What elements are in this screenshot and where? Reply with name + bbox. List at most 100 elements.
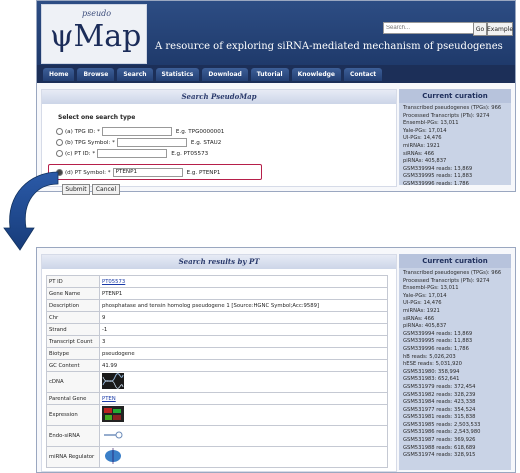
cancel-button[interactable]: Cancel bbox=[92, 184, 120, 195]
result-key: cDNA bbox=[46, 371, 100, 393]
result-link[interactable]: PT05573 bbox=[99, 275, 388, 288]
curation-line: GSM339996 reads: 1,786 bbox=[403, 345, 469, 352]
result-row: GC Content 41.99 bbox=[46, 359, 388, 372]
logo-superscript: pseudo bbox=[82, 9, 112, 18]
curation-line: GSM531979 reads: 372,454 bbox=[403, 383, 476, 390]
curation-line: GSM531986 reads: 2,543,980 bbox=[403, 429, 481, 436]
pt-id-input[interactable] bbox=[97, 149, 168, 158]
result-value-text: -1 bbox=[102, 326, 108, 333]
curation-line: Transcribed pseudogenes (TPGs): 966 bbox=[403, 105, 502, 111]
result-value: pseudogene bbox=[99, 347, 388, 360]
example-button[interactable]: Example bbox=[487, 22, 513, 36]
curation-line: Processed Transcripts (PTs): 9274 bbox=[403, 112, 490, 119]
cdna-image[interactable] bbox=[102, 373, 124, 389]
logo-text: ψMap bbox=[50, 19, 142, 54]
endo-sirna-image[interactable] bbox=[102, 427, 124, 443]
result-row: miRNA Regulator bbox=[46, 446, 388, 468]
result-row: PT ID PT05573 bbox=[46, 275, 388, 288]
label-tpg-symbol: (b) TPG Symbol: * bbox=[65, 139, 115, 146]
curation-line: GSM531983: 652,641 bbox=[403, 376, 460, 383]
nav-search[interactable]: Search bbox=[117, 67, 153, 81]
nav-download[interactable]: Download bbox=[202, 67, 248, 81]
result-link[interactable]: PTEN bbox=[99, 392, 388, 405]
result-value-text: pseudogene bbox=[102, 350, 135, 357]
result-value-text: 9 bbox=[102, 314, 106, 321]
curation-line: Ensembl-PGs: 13,011 bbox=[403, 120, 459, 127]
search-content: Search PseudoMap Select one search type … bbox=[37, 83, 515, 195]
label-tpg-id: (a) TPG ID: * bbox=[65, 128, 100, 135]
result-key: GC Content bbox=[46, 359, 100, 372]
curation-line: GSM531974 reads: 328,915 bbox=[403, 452, 476, 459]
result-row: cDNA bbox=[46, 371, 388, 393]
search-row-tpg-symbol: (b) TPG Symbol: * E.g. STAU2 bbox=[56, 138, 221, 147]
nav-contact[interactable]: Contact bbox=[344, 67, 383, 81]
result-key: Expression bbox=[46, 404, 100, 426]
radio-pt-id[interactable] bbox=[56, 150, 63, 157]
curation-line: GSM531981 reads: 315,838 bbox=[403, 414, 476, 421]
search-type-label: Select one search type bbox=[58, 114, 136, 121]
curation-line: Yale-PGs: 17,014 bbox=[403, 127, 447, 134]
hint-tpg-symbol: E.g. STAU2 bbox=[190, 139, 222, 146]
results-table: PT ID PT05573 Gene Name PTENP1 Description ph… bbox=[46, 275, 388, 468]
curation-line: Transcribed pseudogenes (TPGs): 966 bbox=[403, 270, 502, 276]
result-key: Parental Gene bbox=[46, 392, 100, 405]
radio-tpg-id[interactable] bbox=[56, 128, 63, 135]
curation-line: GSM531977 reads: 354,524 bbox=[403, 406, 476, 413]
result-value-text: PTENP1 bbox=[102, 290, 123, 297]
result-key: Biotype bbox=[46, 347, 100, 360]
curation-line: GSM531982 reads: 328,239 bbox=[403, 391, 476, 398]
result-row: Chr 9 bbox=[46, 311, 388, 324]
nav-knowledge[interactable]: Knowledge bbox=[291, 67, 341, 81]
tpg-symbol-input[interactable] bbox=[116, 138, 187, 147]
expression-heatmap-image[interactable] bbox=[102, 406, 124, 422]
result-key: Strand bbox=[46, 323, 100, 336]
go-button[interactable]: Go bbox=[473, 22, 487, 36]
result-value: 41.99 bbox=[99, 359, 388, 372]
radio-tpg-symbol[interactable] bbox=[56, 139, 63, 146]
curation-line: Ensembl-PGs: 13,011 bbox=[403, 285, 459, 292]
curation-line: hESE reads: 5,031,920 bbox=[403, 361, 462, 368]
result-row: Transcript Count 3 bbox=[46, 335, 388, 348]
curation-sidebar-bottom: Current curation Transcribed pseudogenes… bbox=[399, 254, 511, 470]
curation-line: Yale-PGs: 17,014 bbox=[403, 292, 447, 299]
site-logo[interactable]: pseudo ψMap bbox=[41, 4, 147, 64]
result-row: Gene Name PTENP1 bbox=[46, 287, 388, 300]
nav-tutorial[interactable]: Tutorial bbox=[250, 67, 289, 81]
search-row-pt-symbol: (d) PT Symbol: * PTENP1 E.g. PTENP1 bbox=[56, 168, 220, 177]
result-value-text: phosphatase and tensin homolog pseudogen… bbox=[102, 302, 320, 309]
result-key: Transcript Count bbox=[46, 335, 100, 348]
result-row: Strand -1 bbox=[46, 323, 388, 336]
result-value: phosphatase and tensin homolog pseudogen… bbox=[99, 299, 388, 312]
mirna-regulator-image[interactable] bbox=[102, 448, 124, 464]
nav-statistics[interactable]: Statistics bbox=[155, 67, 200, 81]
result-row: Parental Gene PTEN bbox=[46, 392, 388, 405]
curation-line: miRNAs: 1921 bbox=[403, 307, 440, 314]
label-pt-symbol: (d) PT Symbol: * bbox=[65, 169, 111, 176]
tpg-id-input[interactable] bbox=[101, 127, 172, 136]
site-search-input[interactable] bbox=[383, 22, 475, 34]
curation-line: GSM339995 reads: 11,883 bbox=[403, 173, 473, 180]
nav-home[interactable]: Home bbox=[43, 67, 75, 81]
hint-pt-symbol: E.g. PTENP1 bbox=[186, 169, 221, 176]
curation-line: GSM531988 reads: 618,689 bbox=[403, 444, 476, 451]
nav-browse[interactable]: Browse bbox=[77, 67, 115, 81]
result-link-text[interactable]: PTEN bbox=[102, 396, 116, 402]
results-title: Search results by PT bbox=[42, 255, 396, 269]
result-image-cell bbox=[99, 371, 388, 393]
result-value-text: 41.99 bbox=[102, 362, 118, 369]
curation-list: Transcribed pseudogenes (TPGs): 966 Proce… bbox=[399, 268, 511, 462]
submit-button[interactable]: Submit bbox=[62, 184, 90, 195]
curation-list: Transcribed pseudogenes (TPGs): 966 Proce… bbox=[399, 103, 511, 185]
search-panel-title: Search PseudoMap bbox=[42, 90, 396, 104]
results-page-panel: Search results by PT PT ID PT05573 Gene Na… bbox=[36, 247, 516, 473]
result-key: PT ID bbox=[46, 275, 100, 288]
curation-line: GSM531980: 358,994 bbox=[403, 368, 460, 375]
curation-line: UI-PGs: 14,476 bbox=[403, 135, 442, 142]
result-link-text[interactable]: PT05573 bbox=[102, 279, 125, 285]
pt-symbol-input[interactable]: PTENP1 bbox=[112, 168, 183, 177]
curation-line: GSM531984 reads: 423,338 bbox=[403, 399, 476, 406]
curation-title: Current curation bbox=[399, 254, 511, 268]
result-row: Description phosphatase and tensin homolo… bbox=[46, 299, 388, 312]
curation-line: GSM531987 reads: 369,926 bbox=[403, 437, 476, 444]
search-row-tpg-id: (a) TPG ID: * E.g. TPG0000001 bbox=[56, 127, 224, 136]
